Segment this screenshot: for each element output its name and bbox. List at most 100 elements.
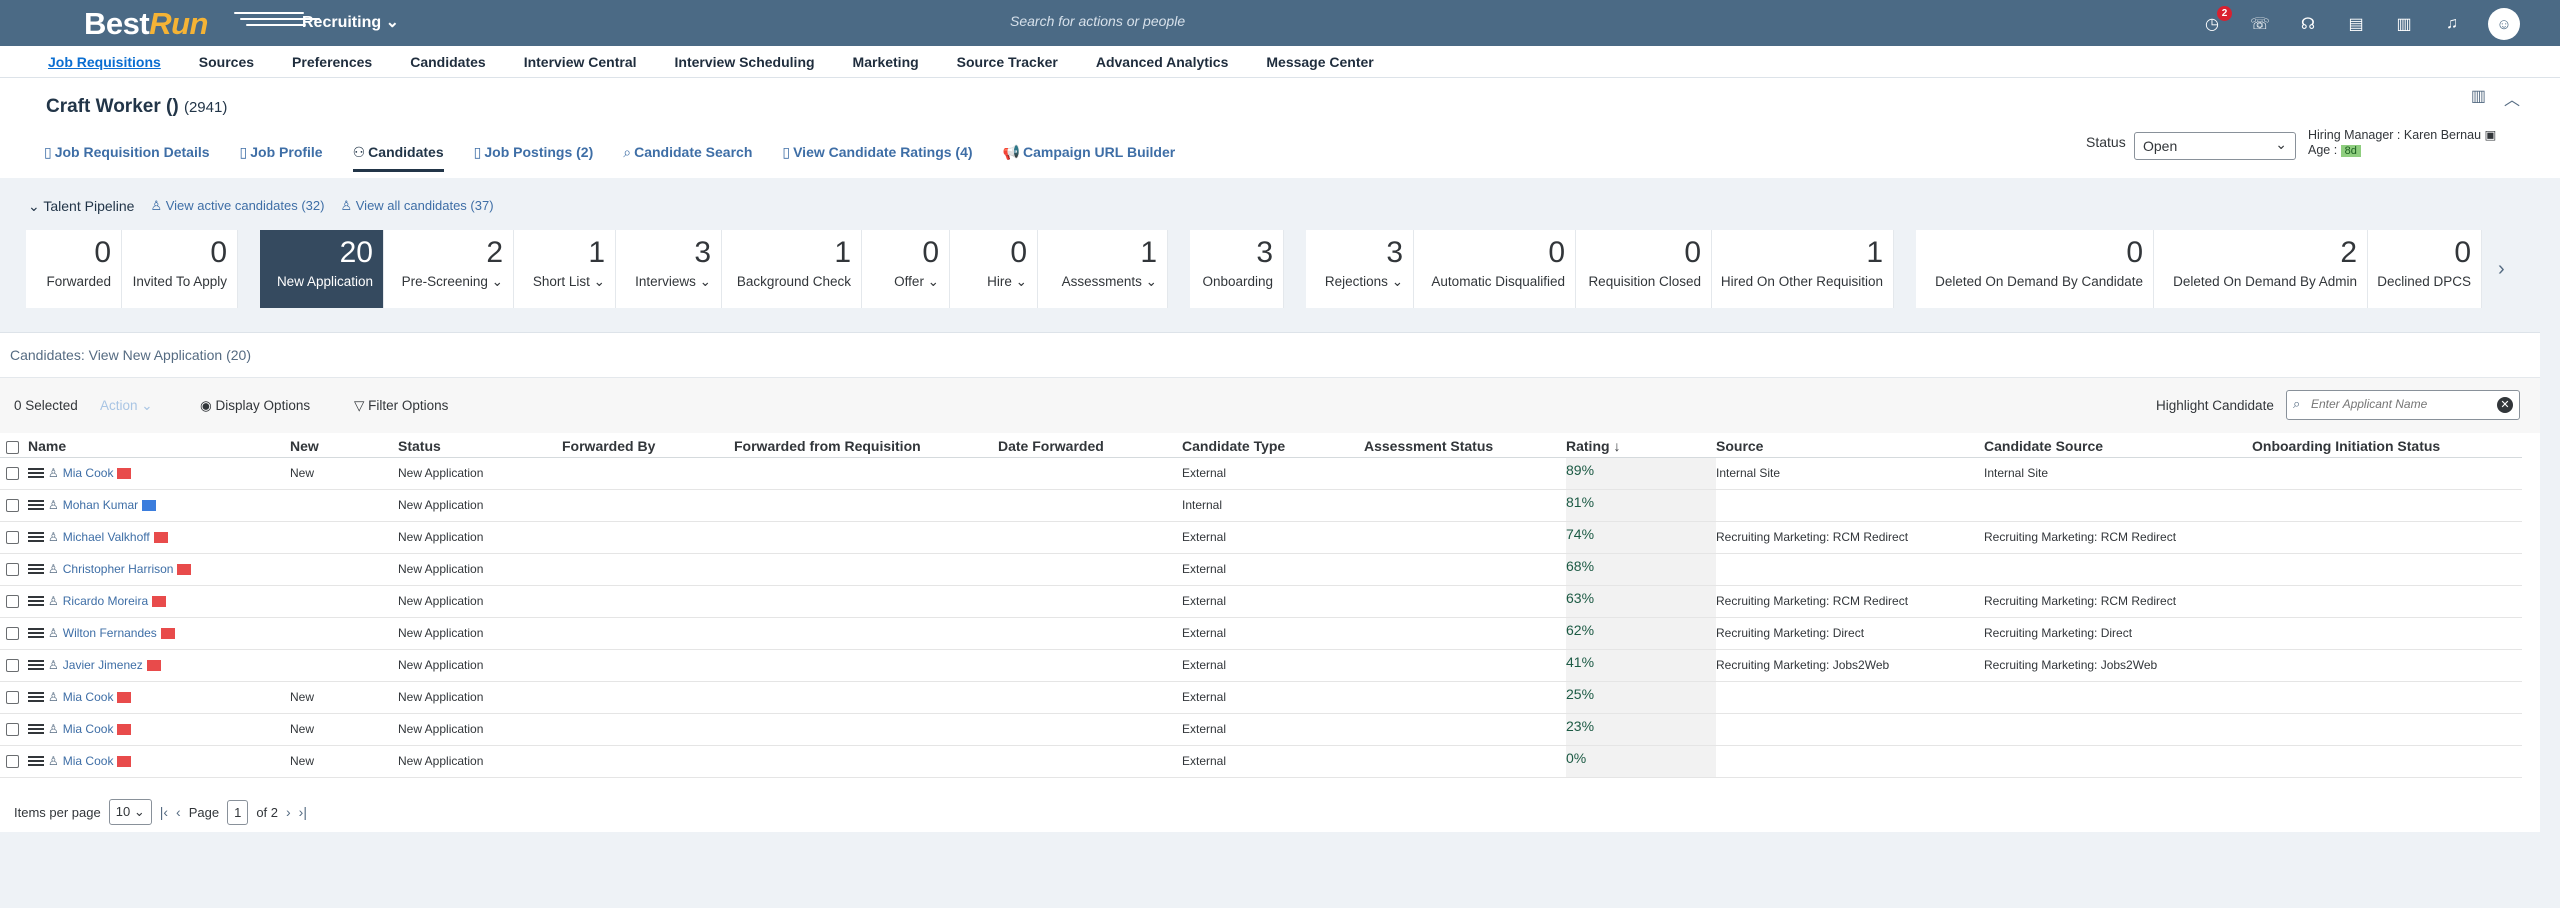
tile-requisition-closed[interactable]: 0 Requisition Closed — [1576, 230, 1712, 308]
view-active-candidates-link[interactable]: ♙ View active candidates (32) — [150, 198, 324, 215]
tab-candidates[interactable]: ⚇ Candidates — [352, 144, 444, 172]
nav-preferences[interactable]: Preferences — [292, 54, 372, 70]
candidate-name-link[interactable]: Christopher Harrison — [63, 562, 174, 576]
row-menu-icon[interactable] — [28, 498, 44, 512]
highlight-candidate-input[interactable] — [2311, 397, 2491, 411]
tile-interviews[interactable]: 3 Interviews ⌄ — [616, 230, 722, 308]
items-per-page-select[interactable]: 10 ⌄ — [108, 799, 152, 825]
row-menu-icon[interactable] — [28, 626, 44, 640]
tab-job-profile[interactable]: ▯ Job Profile — [240, 144, 323, 172]
row-checkbox[interactable] — [6, 659, 19, 673]
row-menu-icon[interactable] — [28, 594, 44, 608]
tile-declined-dpcs[interactable]: 0 Declined DPCS — [2368, 230, 2482, 308]
tab-job-postings[interactable]: ▯ Job Postings (2) — [474, 144, 594, 172]
table-row[interactable]: ♙ Christopher Harrison New Application Exte… — [0, 553, 2522, 586]
tile-pre-screening[interactable]: 2 Pre-Screening ⌄ — [384, 230, 514, 308]
row-checkbox[interactable] — [6, 563, 19, 577]
column-forwarded-from-requisition[interactable]: Forwarded from Requisition — [734, 435, 998, 458]
row-menu-icon[interactable] — [28, 530, 44, 544]
candidate-name-link[interactable]: Mia Cook — [63, 754, 114, 768]
table-row[interactable]: ♙ Ricardo Moreira New Application External 6… — [0, 585, 2522, 618]
table-row[interactable]: ♙ Michael Valkhoff New Application External… — [0, 521, 2522, 554]
row-checkbox[interactable] — [6, 723, 19, 737]
company-logo[interactable]: BestRun — [84, 6, 320, 42]
tile-automatic-disqualified[interactable]: 0 Automatic Disqualified — [1414, 230, 1576, 308]
tab-view-candidate-ratings[interactable]: ▯ View Candidate Ratings (4) — [782, 144, 972, 172]
table-row[interactable]: ♙ Mia Cook New New Application External 89% In… — [0, 457, 2522, 490]
tile-hire[interactable]: 0 Hire ⌄ — [950, 230, 1038, 308]
row-menu-icon[interactable] — [28, 466, 44, 480]
tab-job-requisition-details[interactable]: ▯ Job Requisition Details — [44, 144, 210, 172]
column-onboarding-initiation-status[interactable]: Onboarding Initiation Status — [2252, 435, 2522, 458]
nav-source-tracker[interactable]: Source Tracker — [957, 54, 1058, 70]
table-row[interactable]: ♙ Mohan Kumar New Application Internal 81% — [0, 489, 2522, 522]
row-menu-icon[interactable] — [28, 562, 44, 576]
page-number-input[interactable]: 1 — [227, 799, 249, 825]
candidate-name-link[interactable]: Mohan Kumar — [63, 498, 138, 512]
headset-icon[interactable]: ☊ — [2296, 12, 2320, 36]
chart-icon[interactable]: ▥ — [2471, 86, 2486, 110]
row-menu-icon[interactable] — [28, 658, 44, 672]
shell-search[interactable]: Search for actions or people — [1010, 13, 1185, 29]
tile-short-list[interactable]: 1 Short List ⌄ — [514, 230, 616, 308]
table-row[interactable]: ♙ Javier Jimenez New Application External 41… — [0, 649, 2522, 682]
action-menu-button[interactable]: Action ⌄ — [100, 398, 153, 414]
tile-new-application[interactable]: 20 New Application — [260, 230, 384, 308]
column-rating[interactable]: Rating ↓ — [1566, 435, 1716, 458]
nav-candidates[interactable]: Candidates — [410, 54, 485, 70]
tile-deleted-by-candidate[interactable]: 0 Deleted On Demand By Candidate — [1916, 230, 2154, 308]
row-menu-icon[interactable] — [28, 722, 44, 736]
row-menu-icon[interactable] — [28, 754, 44, 768]
tab-candidate-search[interactable]: ⌕ Candidate Search — [623, 144, 752, 172]
tab-campaign-url-builder[interactable]: 📢 Campaign URL Builder — [1003, 144, 1176, 172]
module-switcher[interactable]: Recruiting ⌄ — [302, 12, 399, 32]
candidate-name-link[interactable]: Mia Cook — [63, 690, 114, 704]
column-new[interactable]: New — [290, 435, 398, 458]
column-candidate-source[interactable]: Candidate Source — [1984, 435, 2252, 458]
bell-icon[interactable]: ♫ — [2440, 12, 2464, 36]
tile-background-check[interactable]: 1 Background Check — [722, 230, 862, 308]
tile-forwarded[interactable]: 0 Forwarded — [26, 230, 122, 308]
tile-hired-on-other-requisition[interactable]: 1 Hired On Other Requisition — [1712, 230, 1894, 308]
contact-card-icon[interactable]: ▣ — [2485, 128, 2497, 142]
candidate-name-link[interactable]: Michael Valkhoff — [63, 530, 150, 544]
nav-marketing[interactable]: Marketing — [853, 54, 919, 70]
row-checkbox[interactable] — [6, 595, 19, 609]
row-checkbox[interactable] — [6, 627, 19, 641]
user-avatar[interactable]: ☺ — [2488, 8, 2520, 40]
display-options-button[interactable]: ◉ Display Options — [200, 398, 310, 414]
tile-assessments[interactable]: 1 Assessments ⌄ — [1038, 230, 1168, 308]
tile-deleted-by-admin[interactable]: 2 Deleted On Demand By Admin — [2154, 230, 2368, 308]
tile-invited-to-apply[interactable]: 0 Invited To Apply — [122, 230, 238, 308]
row-checkbox[interactable] — [6, 691, 19, 705]
previous-page-icon[interactable]: ‹ — [176, 804, 181, 820]
row-checkbox[interactable] — [6, 531, 19, 545]
nav-job-requisitions[interactable]: Job Requisitions — [48, 54, 161, 70]
select-all-checkbox[interactable] — [6, 440, 19, 454]
table-row[interactable]: ♙ Mia Cook New New Application External 23% — [0, 713, 2522, 746]
chat-icon[interactable]: ☏ — [2248, 12, 2272, 36]
table-row[interactable]: ♙ Wilton Fernandes New Application External… — [0, 617, 2522, 650]
view-all-candidates-link[interactable]: ♙ View all candidates (37) — [340, 198, 493, 215]
row-checkbox[interactable] — [6, 755, 19, 769]
candidate-name-link[interactable]: Ricardo Moreira — [63, 594, 148, 608]
column-status[interactable]: Status — [398, 435, 562, 458]
nav-interview-central[interactable]: Interview Central — [524, 54, 637, 70]
book-icon[interactable]: ▤ — [2344, 12, 2368, 36]
column-source[interactable]: Source — [1716, 435, 1984, 458]
column-candidate-type[interactable]: Candidate Type — [1182, 435, 1364, 458]
nav-sources[interactable]: Sources — [199, 54, 254, 70]
candidate-name-link[interactable]: Javier Jimenez — [63, 658, 143, 672]
todo-icon[interactable]: ◷ 2 — [2200, 6, 2232, 36]
column-forwarded-by[interactable]: Forwarded By — [562, 435, 734, 458]
chevron-right-icon[interactable]: › — [2498, 258, 2505, 281]
first-page-icon[interactable]: |‹ — [160, 804, 168, 820]
column-date-forwarded[interactable]: Date Forwarded — [998, 435, 1182, 458]
candidate-name-link[interactable]: Mia Cook — [63, 466, 114, 480]
table-row[interactable]: ♙ Mia Cook New New Application External 25% — [0, 681, 2522, 714]
nav-advanced-analytics[interactable]: Advanced Analytics — [1096, 54, 1229, 70]
status-select[interactable]: Open ⌄ — [2134, 132, 2296, 160]
tile-rejections[interactable]: 3 Rejections ⌄ — [1306, 230, 1414, 308]
filter-options-button[interactable]: ▽ Filter Options — [354, 398, 448, 414]
collapse-icon[interactable]: ︿ — [2504, 86, 2520, 110]
